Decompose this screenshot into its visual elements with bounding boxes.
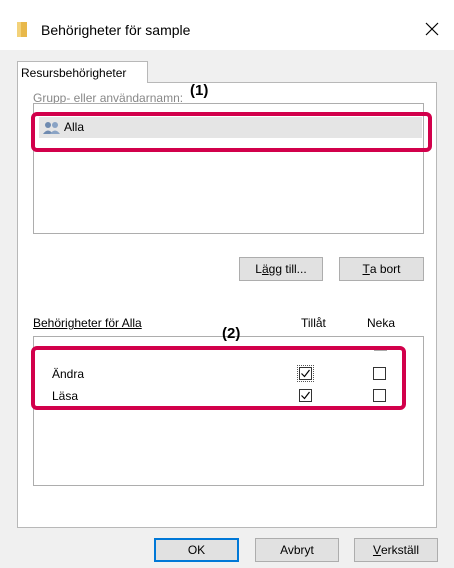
window-title: Behörigheter för sample (41, 22, 191, 38)
callout-label-2: (2) (222, 325, 241, 342)
column-deny: Neka (367, 316, 396, 330)
column-allow: Tillåt (301, 316, 326, 330)
add-button-label-suffix: gg till... (268, 262, 307, 276)
apply-button-mnemonic: V (372, 543, 381, 557)
callout-box-1 (31, 112, 432, 152)
close-button[interactable] (418, 16, 446, 42)
add-button-mnemonic: ä (261, 262, 269, 276)
title-bar: Behörigheter för sample (0, 0, 454, 50)
close-icon (425, 22, 439, 36)
folder-icon (17, 22, 27, 37)
tab-resource-permissions[interactable]: Resursbehörigheter (17, 61, 148, 83)
callout-box-2 (31, 346, 406, 410)
add-button[interactable]: Lä gg till... (239, 257, 323, 281)
cancel-button[interactable]: Avbryt (255, 538, 339, 562)
apply-button-label-suffix: erkställ (381, 543, 420, 557)
ok-button[interactable]: OK (154, 538, 239, 562)
remove-button-label-suffix: a bort (369, 262, 401, 276)
add-button-label-prefix: L (255, 262, 262, 276)
apply-button[interactable]: Verkställ (354, 538, 438, 562)
permissions-title: Behörigheter för Alla (33, 316, 142, 330)
remove-button-mnemonic: T (362, 262, 370, 276)
remove-button[interactable]: Ta bort (339, 257, 424, 281)
callout-label-1: (1) (190, 82, 209, 99)
